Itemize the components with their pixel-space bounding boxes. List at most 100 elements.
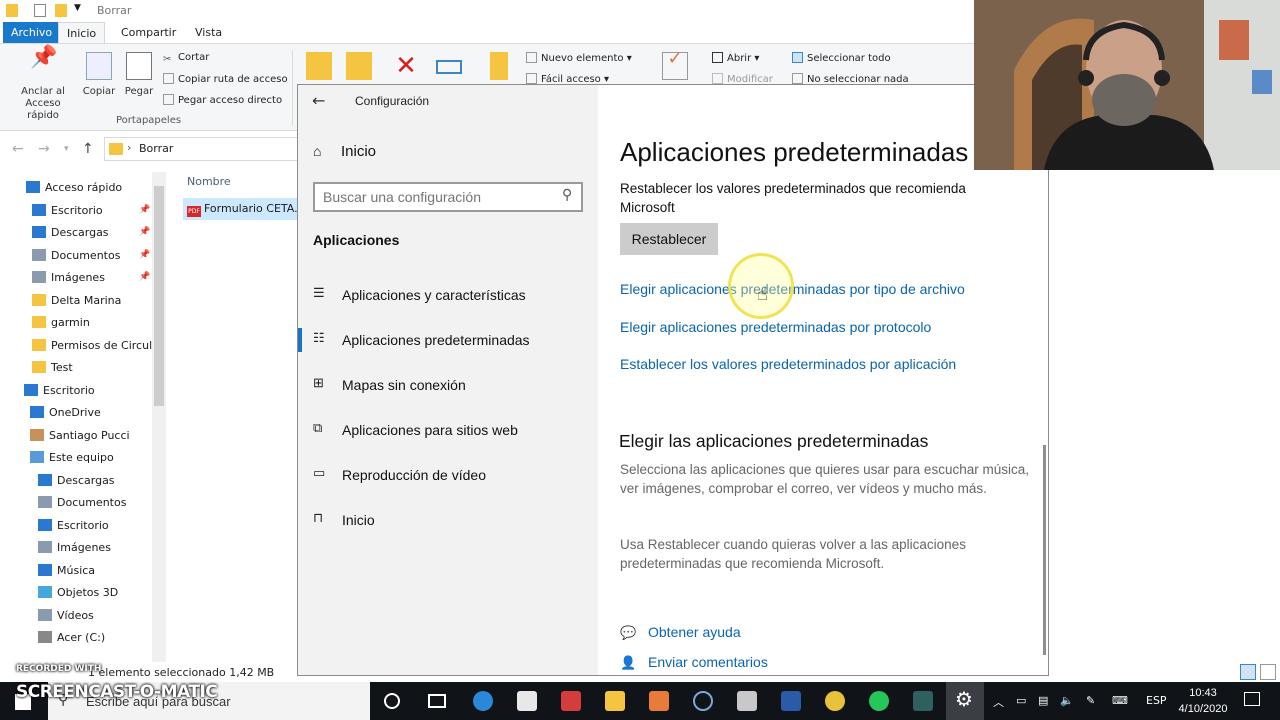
nav-item[interactable]: Delta Marina (32, 293, 121, 307)
up-icon[interactable]: ↑ (82, 141, 94, 157)
quick-access-dropdown-icon[interactable]: ▼ (74, 3, 81, 13)
link-by-protocol[interactable]: Elegir aplicaciones predeterminadas por … (620, 319, 931, 335)
notifications-icon[interactable] (1244, 692, 1260, 706)
nav-item[interactable]: Vídeos (38, 608, 94, 622)
task-view-icon[interactable] (428, 694, 446, 708)
pin-icon[interactable]: 📌 (139, 205, 150, 215)
nav-item[interactable]: garmin (32, 316, 90, 329)
app-red-icon[interactable] (561, 691, 581, 711)
get-help-link[interactable]: 💬 Obtener ayuda (620, 624, 741, 641)
nav-item[interactable]: Escritorio (24, 383, 95, 397)
new-folder-button[interactable] (487, 52, 511, 86)
nav-item[interactable]: OneDrive (30, 406, 101, 419)
pin-icon[interactable]: 📌 (139, 250, 150, 260)
menu-item[interactable]: ⊓ Inicio (298, 505, 598, 535)
whatsapp-icon[interactable] (869, 691, 889, 711)
nav-item[interactable]: Este equipo (30, 451, 114, 464)
settings-search[interactable]: ⚲ (313, 182, 583, 212)
tray-chevron-icon[interactable]: ︿ (993, 694, 1004, 710)
nav-item[interactable]: Documentos (32, 248, 120, 262)
move-to-button[interactable] (304, 52, 334, 86)
nav-item-label: Imágenes (51, 271, 105, 284)
volume-icon[interactable]: 🔈 (1060, 694, 1074, 707)
store-icon[interactable] (517, 691, 537, 711)
nav-item[interactable]: Santiago Pucci (30, 428, 130, 442)
address-box[interactable]: › (104, 137, 304, 161)
nav-item[interactable]: Descargas (32, 226, 109, 239)
link-by-app[interactable]: Establecer los valores predeterminados p… (620, 356, 956, 372)
nav-item[interactable]: Objetos 3D (38, 586, 118, 599)
open-button[interactable]: Abrir ▾ (712, 52, 759, 64)
tab-compartir[interactable]: Compartir (113, 22, 184, 44)
pen-icon[interactable]: ✎ (1086, 694, 1095, 707)
app-orange-icon[interactable] (649, 691, 669, 711)
edge-icon[interactable] (473, 691, 493, 711)
cut-button[interactable]: ✂ Cortar (163, 52, 209, 65)
nav-item[interactable]: Descargas (38, 473, 115, 487)
network-icon[interactable]: ▤ (1038, 694, 1048, 707)
pin-icon[interactable]: 📌 (139, 272, 150, 282)
forward-icon[interactable]: → (38, 141, 50, 157)
nav-item[interactable]: Permisos de Circulac (32, 338, 165, 352)
nav-item[interactable]: Escritorio (38, 518, 109, 532)
copy-to-button[interactable] (344, 52, 374, 86)
large-icons-view-icon[interactable] (1260, 664, 1276, 680)
file-explorer-icon[interactable] (605, 691, 625, 711)
details-view-icon[interactable] (1240, 664, 1256, 680)
nav-item[interactable]: Música (38, 563, 95, 577)
cortana-icon[interactable] (384, 693, 400, 709)
rename-button[interactable] (434, 52, 464, 80)
nav-item[interactable]: Imágenes (38, 541, 111, 554)
menu-item[interactable]: ⧉ Aplicaciones para sitios web (298, 415, 598, 445)
tab-inicio[interactable]: Inicio (58, 22, 106, 44)
new-item-button[interactable]: Nuevo elemento ▾ (526, 52, 632, 64)
nav-item[interactable]: Escritorio (32, 203, 103, 217)
app-teal-icon[interactable] (913, 691, 933, 711)
nav-item[interactable]: Documentos (38, 496, 126, 509)
clock[interactable]: 10:43 4/10/2020 (1175, 685, 1231, 717)
content-scrollbar[interactable] (1043, 445, 1046, 655)
tab-archivo[interactable]: Archivo (3, 22, 61, 44)
breadcrumb[interactable]: Borrar (139, 142, 173, 155)
paste-button[interactable]: Pegar (122, 52, 156, 98)
menu-item[interactable]: ⊞ Mapas sin conexión (298, 370, 598, 400)
nav-item[interactable]: Imágenes (32, 271, 105, 284)
chrome-icon[interactable] (825, 691, 845, 711)
back-arrow-icon[interactable]: ← (312, 91, 325, 110)
menu-item[interactable]: ☷ Aplicaciones predeterminadas (298, 325, 598, 355)
properties-button[interactable]: ✓ (662, 50, 688, 86)
properties-icon[interactable] (34, 4, 46, 17)
pin-quick-access-button[interactable]: 📌 Anclar al Acceso rápido (8, 47, 78, 122)
home-link[interactable]: ⌂ Inicio (313, 143, 376, 160)
battery-icon[interactable]: ▭ (1016, 694, 1026, 707)
keyboard-icon[interactable]: ⌨ (1112, 694, 1128, 707)
copy-button[interactable]: Copiar (82, 52, 116, 98)
search-input[interactable] (323, 188, 553, 206)
file-row[interactable]: PDFFormulario CETA.pdf (183, 198, 298, 220)
navigation-scrollbar[interactable] (152, 172, 166, 662)
select-all-button[interactable]: Seleccionar todo (792, 52, 891, 64)
search-icon[interactable]: ⚲ (562, 187, 572, 203)
column-header-name[interactable]: Nombre (187, 175, 231, 188)
menu-item[interactable]: ☰ Aplicaciones y características (298, 280, 598, 310)
recent-dropdown-icon[interactable]: ▾ (64, 144, 69, 154)
language-indicator[interactable]: ESP (1146, 694, 1167, 707)
media-player-icon[interactable] (693, 691, 713, 711)
nav-item[interactable]: Acceso rápido (26, 181, 122, 194)
pin-icon[interactable]: 📌 (139, 227, 150, 237)
new-folder-icon[interactable] (55, 4, 67, 17)
feedback-link[interactable]: 👤 Enviar comentarios (620, 654, 768, 671)
app-blue-icon[interactable] (781, 691, 801, 711)
copy-path-button[interactable]: Copiar ruta de acceso (163, 73, 288, 85)
scrollbar-thumb[interactable] (154, 186, 164, 406)
nav-item[interactable]: Acer (C:) (38, 631, 105, 644)
tab-vista[interactable]: Vista (187, 22, 230, 44)
reset-button[interactable]: Restablecer (620, 223, 718, 255)
settings-taskbar-button[interactable]: ⚙ (946, 682, 984, 720)
delete-button[interactable]: ✕ (391, 52, 421, 86)
nav-item[interactable]: Test (32, 361, 73, 374)
menu-item[interactable]: ▭ Reproducción de vídeo (298, 460, 598, 490)
back-icon[interactable]: ← (12, 141, 24, 157)
app-gray-icon[interactable] (737, 691, 757, 711)
paste-shortcut-button[interactable]: Pegar acceso directo (163, 94, 282, 106)
